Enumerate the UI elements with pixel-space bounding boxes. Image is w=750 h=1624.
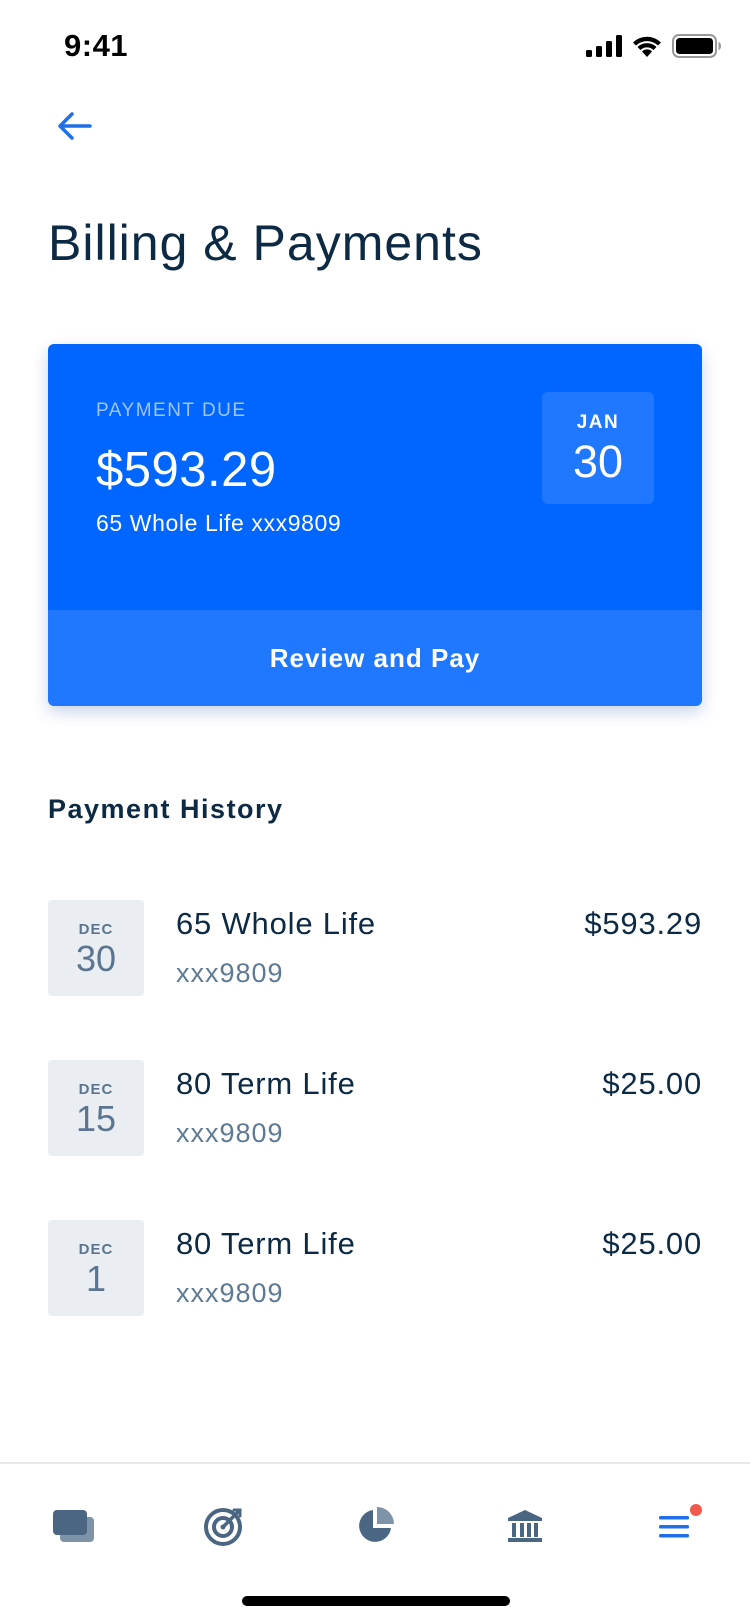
back-button[interactable] <box>52 106 96 150</box>
date-chip: DEC 1 <box>48 1220 144 1316</box>
payment-history-heading: Payment History <box>48 794 284 824</box>
status-time: 9:41 <box>64 28 129 63</box>
bank-icon <box>506 1508 544 1549</box>
payment-history-list: DEC 30 65 Whole Life xxx9809 $593.29 DEC… <box>48 900 702 1380</box>
tab-portfolio[interactable] <box>347 1500 403 1556</box>
wifi-icon <box>632 35 662 57</box>
notification-dot <box>690 1504 702 1516</box>
date-chip-day: 1 <box>85 1258 107 1299</box>
payment-due-policy: 65 Whole Life xxx9809 <box>96 510 342 536</box>
payment-amount: $25.00 <box>602 1226 702 1261</box>
date-chip: DEC 15 <box>48 1060 144 1156</box>
policy-name: 65 Whole Life <box>176 906 376 941</box>
cards-icon <box>52 1508 96 1549</box>
payment-history-item[interactable]: DEC 1 80 Term Life xxx9809 $25.00 <box>48 1220 702 1380</box>
page-title: Billing & Payments <box>48 215 483 271</box>
review-and-pay-button[interactable]: Review and Pay <box>48 610 702 706</box>
cellular-signal-icon <box>586 35 622 57</box>
tab-goals[interactable] <box>196 1500 252 1556</box>
due-date-month: JAN <box>576 412 620 433</box>
policy-name: 80 Term Life <box>176 1066 356 1101</box>
date-chip-month: DEC <box>78 1081 114 1098</box>
payment-due-amount: $593.29 <box>96 443 277 497</box>
policy-name: 80 Term Life <box>176 1226 356 1261</box>
tab-menu[interactable] <box>648 1500 704 1556</box>
home-indicator[interactable] <box>242 1596 510 1606</box>
tab-cards[interactable] <box>46 1500 102 1556</box>
pie-chart-icon <box>355 1506 395 1551</box>
payment-due-summary: PAYMENT DUE $593.29 65 Whole Life xxx980… <box>48 344 702 610</box>
policy-account: xxx9809 <box>176 958 284 988</box>
status-bar: 9:41 <box>0 0 750 92</box>
date-chip: DEC 30 <box>48 900 144 996</box>
payment-history-item[interactable]: DEC 30 65 Whole Life xxx9809 $593.29 <box>48 900 702 1060</box>
payment-amount: $25.00 <box>602 1066 702 1101</box>
policy-account: xxx9809 <box>176 1278 284 1308</box>
arrow-left-icon <box>56 111 92 146</box>
payment-due-label: PAYMENT DUE <box>96 400 247 421</box>
payment-due-card: PAYMENT DUE $593.29 65 Whole Life xxx980… <box>48 344 702 706</box>
date-chip-day: 30 <box>75 938 117 979</box>
due-date-day: 30 <box>572 436 624 487</box>
policy-account: xxx9809 <box>176 1118 284 1148</box>
date-chip-month: DEC <box>78 1241 114 1258</box>
tab-accounts[interactable] <box>497 1500 553 1556</box>
date-chip-month: DEC <box>78 921 114 938</box>
payment-due-date-badge: JAN 30 <box>542 392 654 504</box>
payment-history-item[interactable]: DEC 15 80 Term Life xxx9809 $25.00 <box>48 1060 702 1220</box>
status-icons <box>586 34 722 58</box>
date-chip-day: 15 <box>75 1098 117 1139</box>
payment-amount: $593.29 <box>584 906 702 941</box>
battery-icon <box>672 34 722 58</box>
target-icon <box>203 1505 245 1552</box>
